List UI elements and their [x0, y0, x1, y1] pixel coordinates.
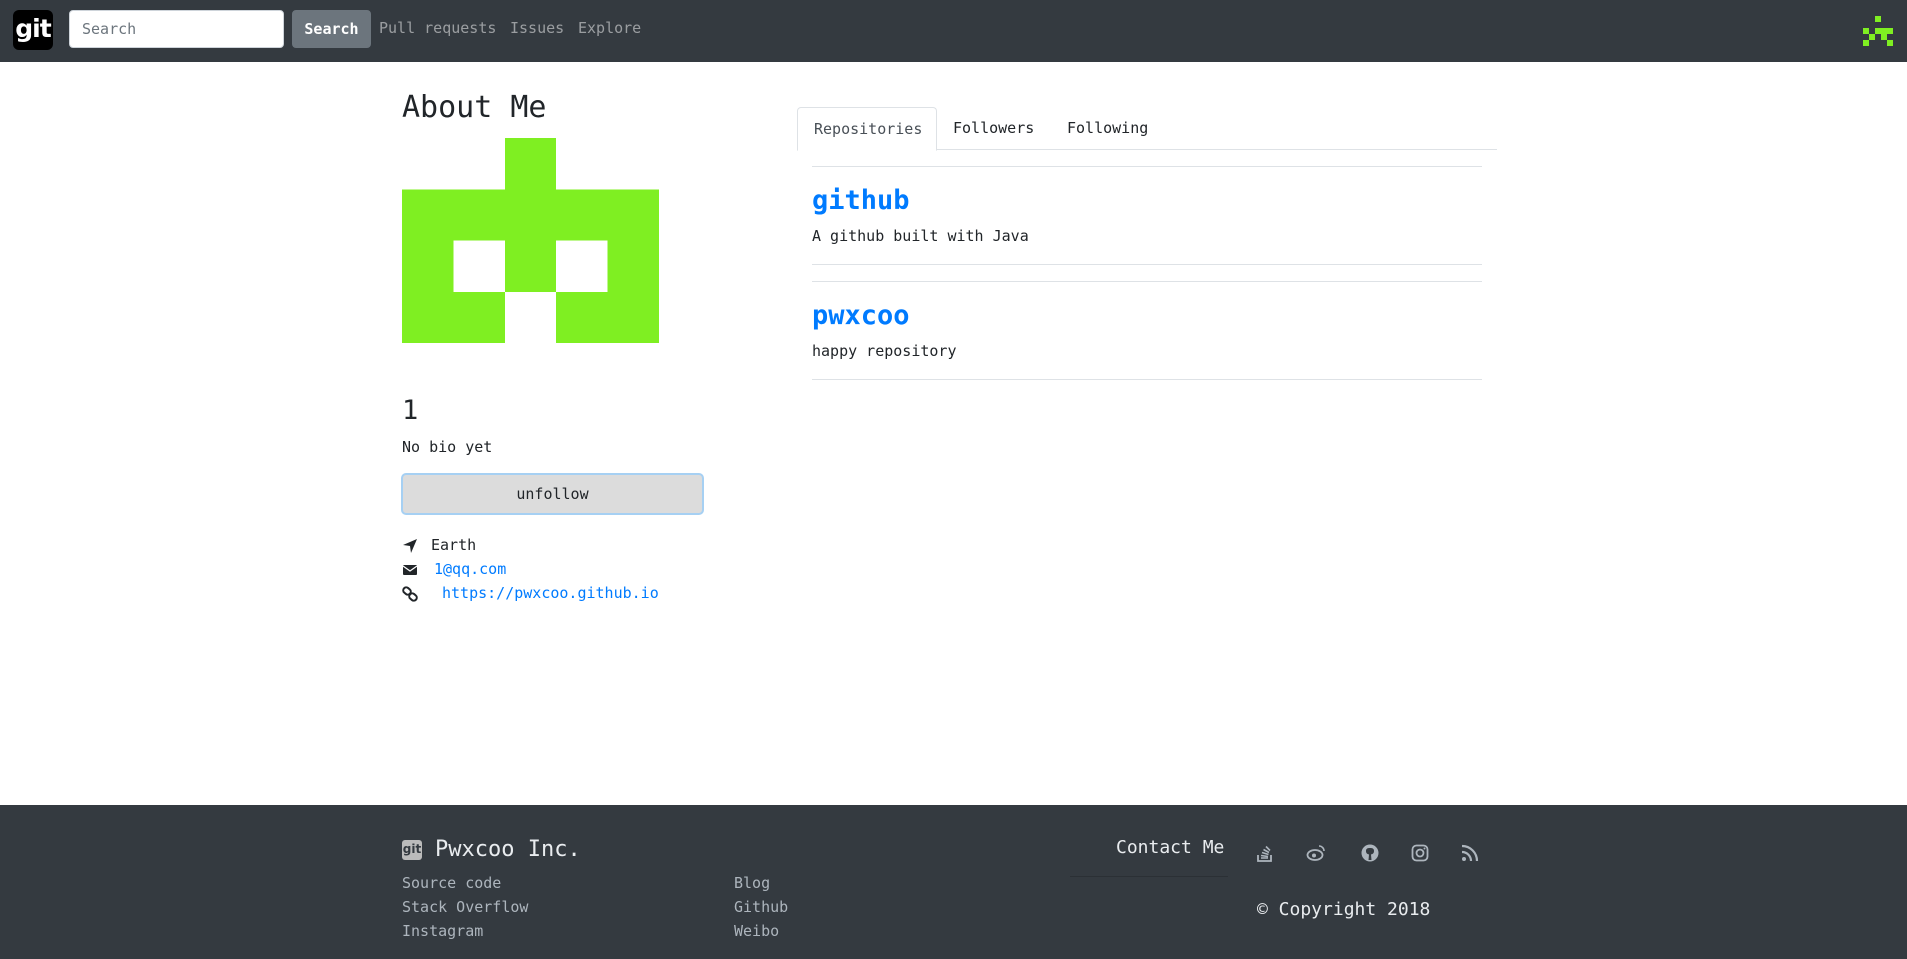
git-logo[interactable]: git: [13, 10, 53, 50]
search-button[interactable]: Search: [292, 10, 371, 48]
footer-link-stack-overflow[interactable]: Stack Overflow: [402, 898, 528, 916]
location-arrow-icon: [403, 539, 417, 553]
contact-title: Contact Me: [1116, 837, 1225, 858]
footer-git-logo: git: [402, 840, 422, 860]
location-text: Earth: [431, 536, 477, 554]
copyright-text: © Copyright 2018: [1257, 899, 1431, 920]
footer-company-name: Pwxcoo Inc.: [435, 837, 581, 862]
footer-link-github[interactable]: Github: [734, 898, 788, 916]
weibo-icon[interactable]: [1306, 843, 1326, 863]
footer-link-instagram[interactable]: Instagram: [402, 922, 483, 940]
footer-link-blog[interactable]: Blog: [734, 874, 770, 892]
profile-username: 1: [402, 395, 419, 426]
email-link[interactable]: 1@qq.com: [434, 560, 506, 578]
top-navbar: git Search Pull requests Issues Explore: [0, 0, 1907, 62]
repo-item: pwxcoo happy repository: [812, 281, 1482, 380]
envelope-icon: [402, 565, 418, 575]
contact-divider: [1070, 876, 1228, 877]
repo-name-link[interactable]: github: [812, 185, 910, 216]
user-avatar-icon[interactable]: [1863, 16, 1893, 46]
nav-issues[interactable]: Issues: [510, 19, 564, 37]
repo-name-link[interactable]: pwxcoo: [812, 300, 910, 331]
unfollow-button[interactable]: unfollow: [401, 473, 704, 515]
identicon-avatar: [402, 138, 659, 343]
tab-followers[interactable]: Followers: [937, 107, 1050, 150]
footer-link-weibo[interactable]: Weibo: [734, 922, 779, 940]
nav-pull-requests[interactable]: Pull requests: [379, 19, 496, 37]
tab-repositories[interactable]: Repositories: [797, 107, 937, 151]
page-footer: git Pwxcoo Inc. Source code Stack Overfl…: [0, 805, 1907, 959]
footer-link-source-code[interactable]: Source code: [402, 874, 501, 892]
repo-description: happy repository: [812, 342, 957, 360]
repo-item: github A github built with Java: [812, 166, 1482, 265]
website-link[interactable]: https://pwxcoo.github.io: [442, 584, 659, 602]
nav-explore[interactable]: Explore: [578, 19, 641, 37]
rss-icon[interactable]: [1460, 843, 1480, 863]
about-me-title: About Me: [402, 90, 547, 125]
profile-tabs: Repositories Followers Following: [797, 107, 1497, 151]
search-input[interactable]: [69, 10, 284, 48]
tab-following[interactable]: Following: [1051, 107, 1164, 150]
instagram-icon[interactable]: [1410, 843, 1430, 863]
repo-description: A github built with Java: [812, 227, 1029, 245]
github-icon[interactable]: [1360, 843, 1380, 863]
link-icon: [402, 586, 418, 602]
stackoverflow-icon[interactable]: [1255, 843, 1275, 863]
profile-bio: No bio yet: [402, 438, 493, 456]
